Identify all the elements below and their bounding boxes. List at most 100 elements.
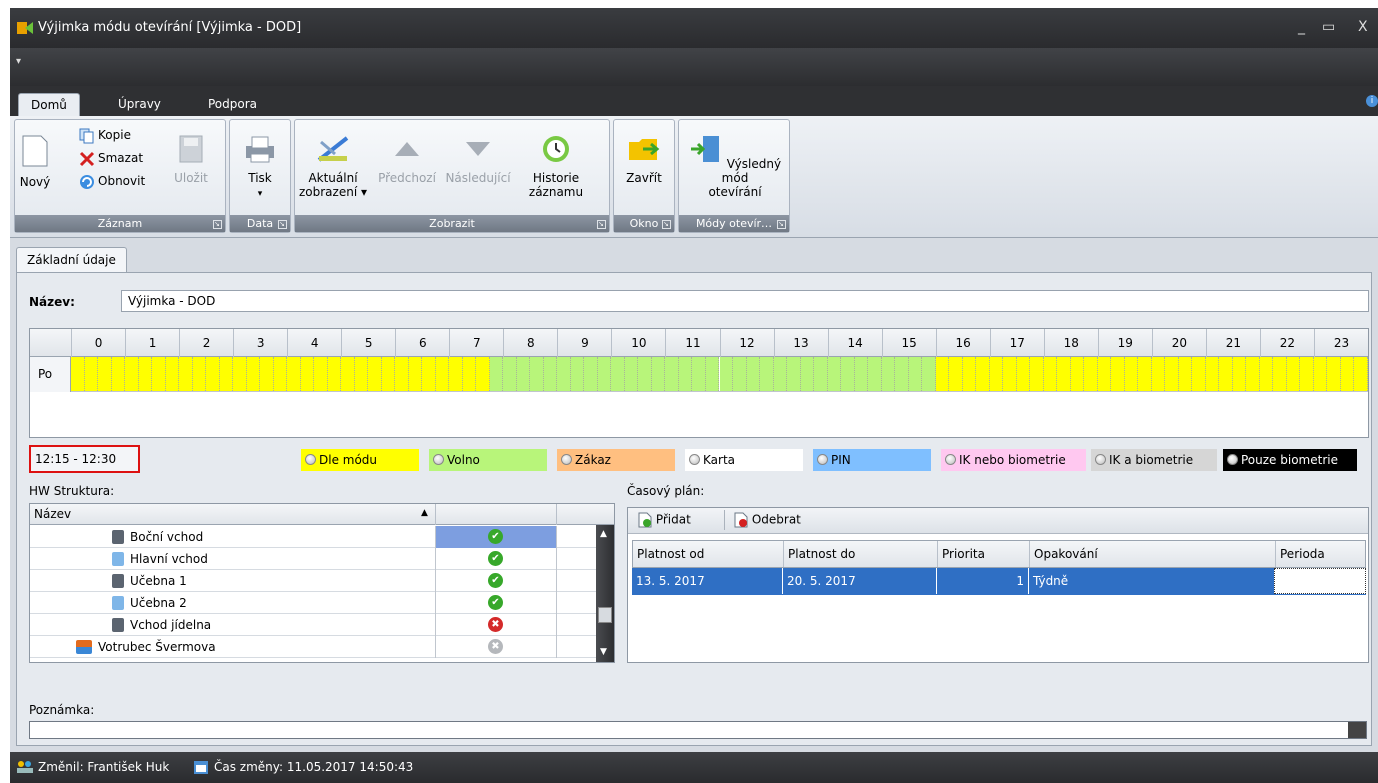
scroll-up-icon[interactable]: ▲ [600, 529, 607, 539]
aktualni-zobrazeni-button[interactable]: Aktuální zobrazení ▾ [295, 134, 371, 199]
time-slot[interactable] [233, 357, 247, 391]
time-slot[interactable] [98, 357, 112, 391]
time-slot[interactable] [1043, 357, 1058, 391]
time-slot[interactable] [1138, 357, 1152, 391]
time-slot[interactable] [1232, 357, 1247, 391]
col-platnost-od[interactable]: Platnost od [633, 541, 704, 567]
time-slot[interactable] [611, 357, 625, 391]
time-slot[interactable] [854, 357, 869, 391]
close-button[interactable]: X [1358, 19, 1368, 35]
tree-row[interactable]: Votrubec Švermova ✖ [30, 636, 596, 658]
time-slot[interactable] [273, 357, 288, 391]
time-slot[interactable] [260, 357, 274, 391]
time-slot[interactable] [543, 357, 558, 391]
time-slot[interactable] [624, 357, 639, 391]
time-slot[interactable] [638, 357, 652, 391]
zavrit-button[interactable]: Zavřít [620, 134, 668, 185]
time-slot[interactable] [787, 357, 801, 391]
time-slot[interactable] [395, 357, 409, 391]
time-slot[interactable] [1165, 357, 1179, 391]
time-slot[interactable] [476, 357, 490, 391]
poznamka-input[interactable] [29, 721, 1367, 739]
col-perioda[interactable]: Perioda [1275, 541, 1325, 567]
time-slot[interactable] [1313, 357, 1328, 391]
time-slot[interactable] [354, 357, 369, 391]
time-slot[interactable] [1340, 357, 1355, 391]
time-slot[interactable] [719, 357, 733, 391]
time-slot[interactable] [881, 357, 896, 391]
time-slot[interactable] [665, 357, 679, 391]
time-slot[interactable] [1219, 357, 1233, 391]
col-priorita[interactable]: Priorita [937, 541, 985, 567]
time-slot[interactable] [800, 357, 815, 391]
historie-zaznamu-button[interactable]: Historie záznamu [521, 134, 591, 199]
tree-column-nazev[interactable]: Název [34, 507, 71, 521]
tab-zakladni-udaje[interactable]: Základní údaje [16, 247, 127, 273]
qat-dropdown-icon[interactable]: ▾ [16, 56, 21, 67]
maximize-button[interactable]: ▭ [1322, 19, 1335, 35]
time-slot[interactable] [760, 357, 774, 391]
time-slot[interactable] [989, 357, 1004, 391]
time-slot[interactable] [503, 357, 517, 391]
time-slot[interactable] [489, 357, 504, 391]
tree-row[interactable]: Vchod jídelna ✖ [30, 614, 596, 636]
cell-perioda[interactable] [1274, 568, 1366, 594]
time-slot[interactable] [1178, 357, 1193, 391]
time-slot[interactable] [516, 357, 531, 391]
legend-item[interactable]: Dle módu [301, 449, 419, 471]
time-slot[interactable] [705, 357, 720, 391]
schedule-grid[interactable]: 0 1 2 3 4 5 6 7 8 9 10 11 12 13 14 15 16 17 18 19 20 21 22 23 P… [29, 328, 1369, 438]
legend-item[interactable]: Volno [429, 449, 547, 471]
time-slot[interactable] [449, 357, 463, 391]
legend-item[interactable]: IK a biometrie [1091, 449, 1217, 471]
legend-item[interactable]: IK nebo biometrie [941, 449, 1086, 471]
time-slot[interactable] [584, 357, 598, 391]
time-slot[interactable] [435, 357, 450, 391]
legend-item[interactable]: Zákaz [557, 449, 675, 471]
time-slot[interactable] [827, 357, 842, 391]
tab-domu[interactable]: Domů [18, 93, 80, 116]
odebrat-button[interactable]: Odebrat [734, 512, 801, 528]
time-slot[interactable] [462, 357, 477, 391]
time-slot[interactable] [1151, 357, 1166, 391]
sort-asc-icon[interactable]: ▲ [421, 508, 428, 518]
time-slot[interactable] [841, 357, 855, 391]
legend-item[interactable]: PIN [813, 449, 931, 471]
legend-item[interactable]: Karta [685, 449, 803, 471]
time-slot[interactable] [773, 357, 788, 391]
tree-scrollbar[interactable]: ▲ ▼ [596, 525, 614, 662]
legend-item[interactable]: Pouze biometrie [1223, 449, 1357, 471]
scroll-down-icon[interactable]: ▼ [600, 647, 607, 657]
time-slot[interactable] [1030, 357, 1044, 391]
group-launcher-icon[interactable]: ↘ [777, 220, 786, 229]
tree-row[interactable]: Učebna 1 ✔ [30, 570, 596, 592]
time-slot[interactable] [246, 357, 261, 391]
vysledny-mod-button[interactable]: Výsledný mód otevírání [683, 134, 787, 199]
time-slot[interactable] [179, 357, 193, 391]
time-slot[interactable] [1097, 357, 1112, 391]
time-slot[interactable] [422, 357, 436, 391]
novy-button[interactable]: Nový [19, 134, 51, 189]
time-slot[interactable] [219, 357, 234, 391]
kopie-button[interactable]: Kopie [79, 126, 131, 144]
time-slot[interactable] [935, 357, 950, 391]
group-launcher-icon[interactable]: ↘ [213, 220, 222, 229]
pridat-button[interactable]: Přidat [638, 512, 691, 528]
time-slot[interactable] [651, 357, 666, 391]
tree-row[interactable]: Učebna 2 ✔ [30, 592, 596, 614]
time-slot[interactable] [152, 357, 166, 391]
time-slot[interactable] [570, 357, 585, 391]
time-slot[interactable] [908, 357, 923, 391]
plan-row[interactable]: 13. 5. 2017 20. 5. 2017 1 Týdně [632, 568, 1366, 595]
smazat-button[interactable]: Smazat [79, 149, 143, 167]
help-icon[interactable]: i [1366, 95, 1378, 107]
obnovit-button[interactable]: Obnovit [79, 172, 145, 190]
time-slot[interactable] [1300, 357, 1314, 391]
col-platnost-do[interactable]: Platnost do [783, 541, 855, 567]
time-slot[interactable] [125, 357, 139, 391]
time-slot[interactable] [84, 357, 98, 391]
time-slot[interactable] [597, 357, 612, 391]
time-slot[interactable] [381, 357, 396, 391]
time-slot[interactable] [895, 357, 909, 391]
tab-podpora[interactable]: Podpora [196, 93, 269, 116]
